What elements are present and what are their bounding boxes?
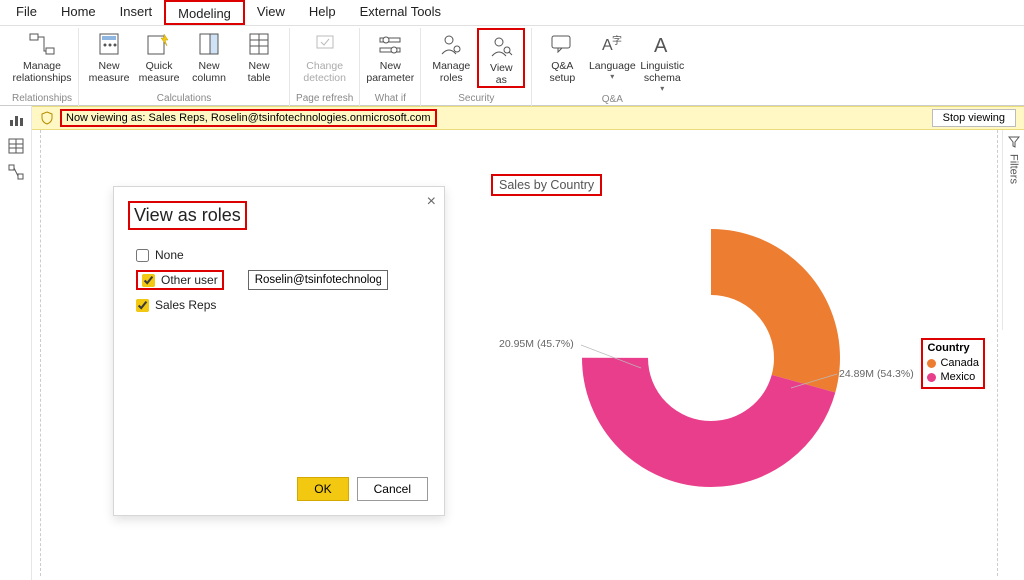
legend-dot-icon [927,373,936,382]
tab-home[interactable]: Home [49,0,108,25]
manage-relationships-button[interactable]: Manage relationships [18,28,66,84]
language-icon: A字 [598,30,626,58]
report-canvas: × View as roles None Other user Sales Re… [40,130,998,576]
relationship-icon [28,30,56,58]
change-detection-button: Change detection [301,28,349,84]
view-as-button[interactable]: View as [477,28,525,88]
new-table-button[interactable]: New table [235,28,283,84]
notification-bar: Now viewing as: Sales Reps, Roselin@tsin… [0,106,1024,130]
chevron-down-icon: ▾ [610,72,614,81]
role-other-user[interactable]: Other user [136,270,224,290]
chevron-down-icon: ▾ [660,84,664,93]
quick-measure-button[interactable]: Quick measure [135,28,183,84]
qa-setup-button[interactable]: Q&A setup [538,28,586,93]
group-label: Security [458,92,494,106]
close-icon[interactable]: × [427,193,436,211]
group-label: Calculations [157,92,211,106]
ok-button[interactable]: OK [297,477,348,501]
new-measure-button[interactable]: New measure [85,28,133,84]
table-icon [245,30,273,58]
person-gear-icon [437,30,465,58]
group-label: What if [375,92,406,106]
other-user-input[interactable] [248,270,388,290]
legend-title: Country [927,342,979,354]
left-nav-rail [0,106,32,580]
svg-text:字: 字 [612,34,622,47]
shield-icon [40,111,54,125]
language-button[interactable]: A字 Language ▾ [588,28,636,93]
filters-label: Filters [1008,154,1020,184]
model-view-icon[interactable] [6,162,26,182]
parameter-icon [376,30,404,58]
stop-viewing-button[interactable]: Stop viewing [932,109,1016,127]
tab-file[interactable]: File [4,0,49,25]
legend-item-mexico[interactable]: Mexico [927,371,979,383]
filter-icon [1008,136,1020,148]
tab-view[interactable]: View [245,0,297,25]
tab-insert[interactable]: Insert [108,0,165,25]
sales-by-country-chart[interactable]: Sales by Country 20.95M (45.7%) 24.89M (… [491,174,991,534]
new-parameter-button[interactable]: New parameter [366,28,414,84]
cancel-button[interactable]: Cancel [357,477,428,501]
person-search-icon [487,32,515,60]
donut-chart: 20.95M (45.7%) 24.89M (54.3%) Country Ca… [561,208,901,508]
group-label: Page refresh [296,92,353,106]
salesreps-checkbox[interactable] [136,299,149,312]
new-column-button[interactable]: New column [185,28,233,84]
chat-icon [548,30,576,58]
legend-item-canada[interactable]: Canada [927,357,979,369]
viewing-as-text: Now viewing as: Sales Reps, Roselin@tsin… [60,109,437,127]
schema-icon: A [648,30,676,58]
other-user-checkbox[interactable] [142,274,155,287]
none-checkbox[interactable] [136,249,149,262]
ribbon: Manage relationships Relationships New m… [0,26,1024,106]
calculator-icon [95,30,123,58]
change-detection-icon [311,30,339,58]
tab-external-tools[interactable]: External Tools [348,0,453,25]
data-view-icon[interactable] [6,136,26,156]
chart-title: Sales by Country [491,174,602,196]
report-view-icon[interactable] [6,110,26,130]
role-sales-reps[interactable]: Sales Reps [136,298,422,312]
dialog-title: View as roles [128,201,247,230]
role-none[interactable]: None [136,248,422,262]
svg-text:A: A [654,35,668,56]
group-label: Relationships [12,92,72,106]
view-as-roles-dialog: × View as roles None Other user Sales Re… [113,186,445,516]
linguistic-schema-button[interactable]: A Linguistic schema ▾ [638,28,686,93]
tab-modeling[interactable]: Modeling [164,0,245,25]
manage-roles-button[interactable]: Manage roles [427,28,475,88]
filters-pane[interactable]: Filters [1002,130,1024,330]
legend-dot-icon [927,359,936,368]
chart-legend: Country Canada Mexico [921,338,985,389]
column-icon [195,30,223,58]
quick-measure-icon [145,30,173,58]
tab-help[interactable]: Help [297,0,348,25]
